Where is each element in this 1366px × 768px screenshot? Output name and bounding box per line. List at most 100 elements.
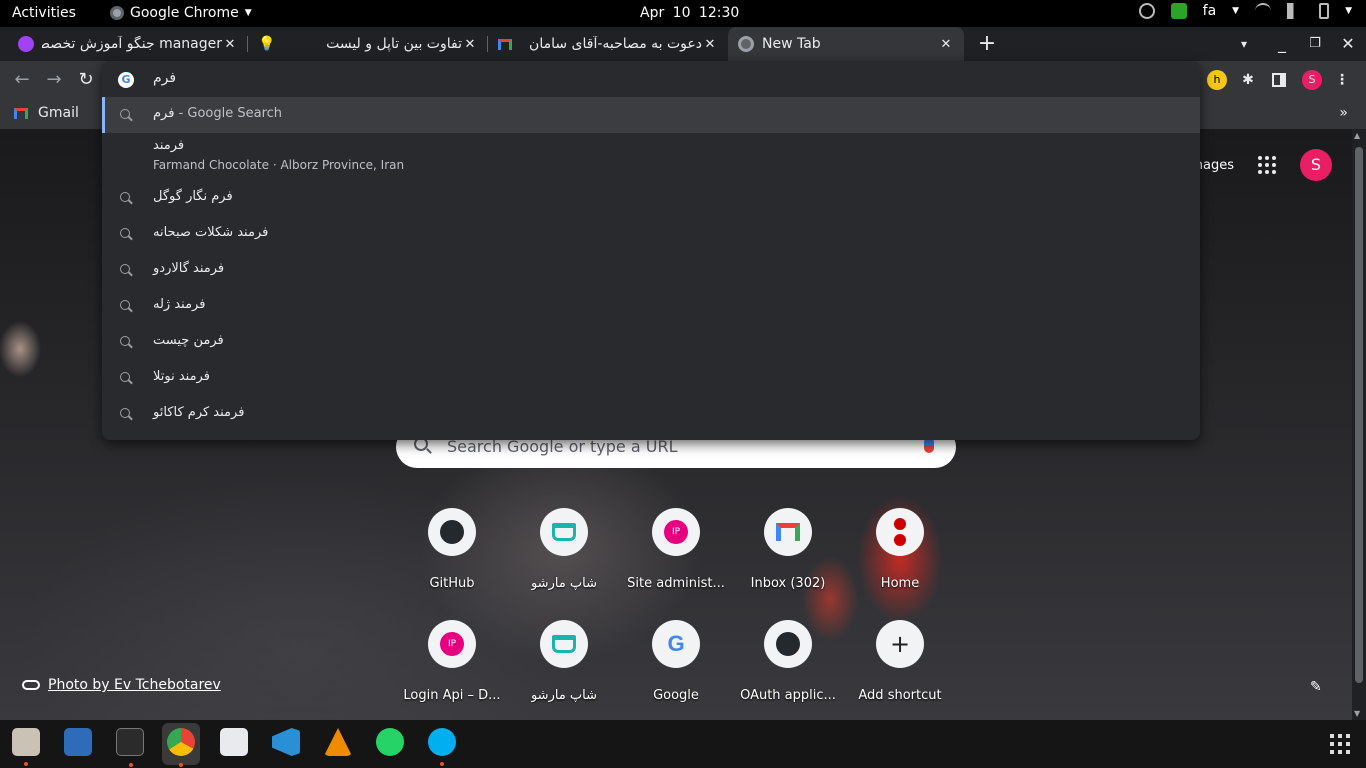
chrome-icon [738, 36, 754, 52]
minimize-button[interactable]: _ [1270, 33, 1294, 55]
customize-pencil-icon[interactable]: ✎ [1310, 679, 1324, 695]
vlc-app-icon[interactable] [324, 728, 352, 756]
profile-avatar[interactable]: S [1302, 70, 1322, 90]
forward-button[interactable]: → [43, 69, 65, 91]
maximize-button[interactable]: ❐ [1303, 33, 1327, 55]
ip-icon: IP [652, 508, 700, 556]
close-icon[interactable]: ✕ [222, 37, 238, 52]
shortcut-tile[interactable]: G Google [620, 618, 732, 714]
shortcut-label: GitHub [429, 576, 475, 591]
account-avatar[interactable]: S [1300, 149, 1332, 181]
suggestion-row[interactable]: فرمند کرم کاکائو [102, 396, 1200, 432]
terminal-app-icon[interactable] [116, 728, 144, 767]
shortcut-label: شاپ مارشو [530, 688, 598, 703]
tab-title: New Tab [762, 36, 821, 52]
shortcut-tile[interactable]: GitHub [396, 506, 508, 602]
home-icon [876, 508, 924, 556]
photo-credit-link[interactable]: Photo by Ev Tchebotarev [48, 677, 221, 693]
shortcut-tile[interactable]: شاپ مارشو [508, 506, 620, 602]
ip-icon: IP [428, 620, 476, 668]
app-menu[interactable]: Google Chrome ▼ [110, 5, 252, 21]
tab-search-button[interactable]: ▾ [1232, 33, 1256, 55]
tab-favicon-icon [18, 36, 34, 52]
photo-credit[interactable]: Photo by Ev Tchebotarev [22, 677, 221, 693]
side-panel-icon[interactable] [1272, 73, 1286, 87]
tab-gmail-interview[interactable]: دعوت به مصاحبه-آقای سامان ✕ [488, 27, 728, 61]
bookmark-gmail[interactable]: Gmail [14, 105, 79, 121]
shortcut-tile[interactable]: Inbox (302) [732, 506, 844, 602]
skype-app-icon[interactable] [428, 728, 456, 766]
tab-tuple-list[interactable]: 💡 تفاوت بین تاپل و لیست ✕ [248, 27, 488, 61]
omnibox-input[interactable]: فرم [153, 70, 176, 86]
search-icon [120, 228, 130, 238]
extensions-puzzle-icon[interactable]: ✱ [1238, 70, 1258, 90]
images-link[interactable]: nages [1195, 158, 1234, 173]
menu-kebab-icon[interactable]: ⋮ [1332, 70, 1352, 90]
tab-title: دعوت به مصاحبه-آقای سامان [529, 36, 702, 52]
search-icon [120, 408, 130, 418]
suggestion-text: فرم - Google Search [153, 106, 283, 121]
shortcut-tile[interactable]: شاپ مارشو [508, 618, 620, 714]
suggestion-text: فرمند شکلات صبحانه [153, 225, 269, 240]
caret-down-icon[interactable]: ▼ [1345, 6, 1352, 16]
activities-button[interactable]: Activities [12, 5, 76, 21]
shop-icon [540, 620, 588, 668]
tab-new-tab[interactable]: New Tab ✕ [728, 27, 964, 61]
github-icon [764, 620, 812, 668]
close-icon[interactable]: ✕ [938, 37, 954, 52]
scrollbar-thumb[interactable] [1355, 147, 1363, 683]
suggestion-row[interactable]: فرمند شکلات صبحانه [102, 216, 1200, 252]
shortcut-label: Inbox (302) [750, 576, 826, 591]
suggestion-text: فرم نگار گوگل [153, 189, 233, 204]
tab-django[interactable]: manager جنگو آموزش تخصصی ✕ [8, 27, 248, 61]
suggestion-row[interactable]: فرمند گالاردو [102, 252, 1200, 288]
suggestion-row[interactable]: فرم - Google Search [102, 97, 1200, 133]
back-button[interactable]: ← [11, 69, 33, 91]
page-scrollbar[interactable]: ▲ ▼ [1352, 129, 1366, 720]
suggestion-row[interactable]: فرمند ژله [102, 288, 1200, 324]
entity-subtitle: Farmand Chocolate · Alborz Province, Ira… [153, 158, 405, 172]
keyboard-layout[interactable]: fa [1203, 3, 1217, 19]
add-shortcut-button[interactable]: + Add shortcut [844, 618, 956, 714]
suggestion-entity[interactable]: فرمند Farmand Chocolate · Alborz Provinc… [102, 133, 1200, 177]
suggestion-row[interactable]: فرمن چیست [102, 324, 1200, 360]
shortcut-tile[interactable]: IP Login Api – D... [396, 618, 508, 714]
text-editor-app-icon[interactable] [220, 728, 248, 756]
suggestion-row[interactable]: فرمند نوتلا [102, 360, 1200, 396]
shortcut-tile[interactable]: OAuth applic... [732, 618, 844, 714]
clock[interactable]: Apr 10 12:30 [640, 5, 739, 21]
suggestion-text: فرمند ژله [153, 297, 206, 312]
caret-down-icon: ▼ [244, 8, 252, 18]
lightbulb-icon: 💡 [258, 36, 276, 52]
close-icon[interactable]: ✕ [702, 37, 718, 52]
suggestion-row[interactable]: فرم نگار گوگل [102, 180, 1200, 216]
shortcut-tile[interactable]: IP Site administ... [620, 506, 732, 602]
show-applications-icon[interactable] [1330, 734, 1350, 754]
honey-extension-icon[interactable]: h [1207, 70, 1227, 90]
omnibox[interactable]: G فرم [102, 61, 1200, 97]
chrome-app-icon[interactable] [167, 728, 195, 767]
new-tab-button[interactable]: + [975, 33, 999, 55]
search-icon [120, 192, 130, 202]
vscode-app-icon[interactable] [272, 728, 300, 756]
whatsapp-tray-icon[interactable] [1138, 3, 1155, 19]
bookmarks-overflow-button[interactable]: » [1339, 105, 1348, 121]
wifi-icon[interactable] [1255, 3, 1272, 19]
scroll-up-icon[interactable]: ▲ [1354, 131, 1360, 140]
close-icon[interactable]: ✕ [462, 37, 478, 52]
system-tray[interactable]: fa ▼ ▼ [1138, 3, 1352, 19]
reload-button[interactable]: ↻ [75, 69, 97, 91]
files-app-icon[interactable] [12, 728, 40, 766]
battery-icon[interactable] [1319, 3, 1330, 19]
whatsapp-app-icon[interactable] [376, 728, 404, 756]
scroll-down-icon[interactable]: ▼ [1354, 709, 1360, 718]
writer-app-icon[interactable] [64, 728, 92, 756]
security-tray-icon[interactable] [1170, 3, 1187, 19]
shortcut-label: شاپ مارشو [530, 576, 598, 591]
volume-icon[interactable] [1287, 3, 1304, 19]
close-window-button[interactable]: ✕ [1336, 33, 1360, 55]
apps-grid-icon[interactable] [1258, 156, 1276, 174]
shortcut-tile[interactable]: Home [844, 506, 956, 602]
shortcut-label: Home [880, 576, 920, 591]
shop-icon [540, 508, 588, 556]
